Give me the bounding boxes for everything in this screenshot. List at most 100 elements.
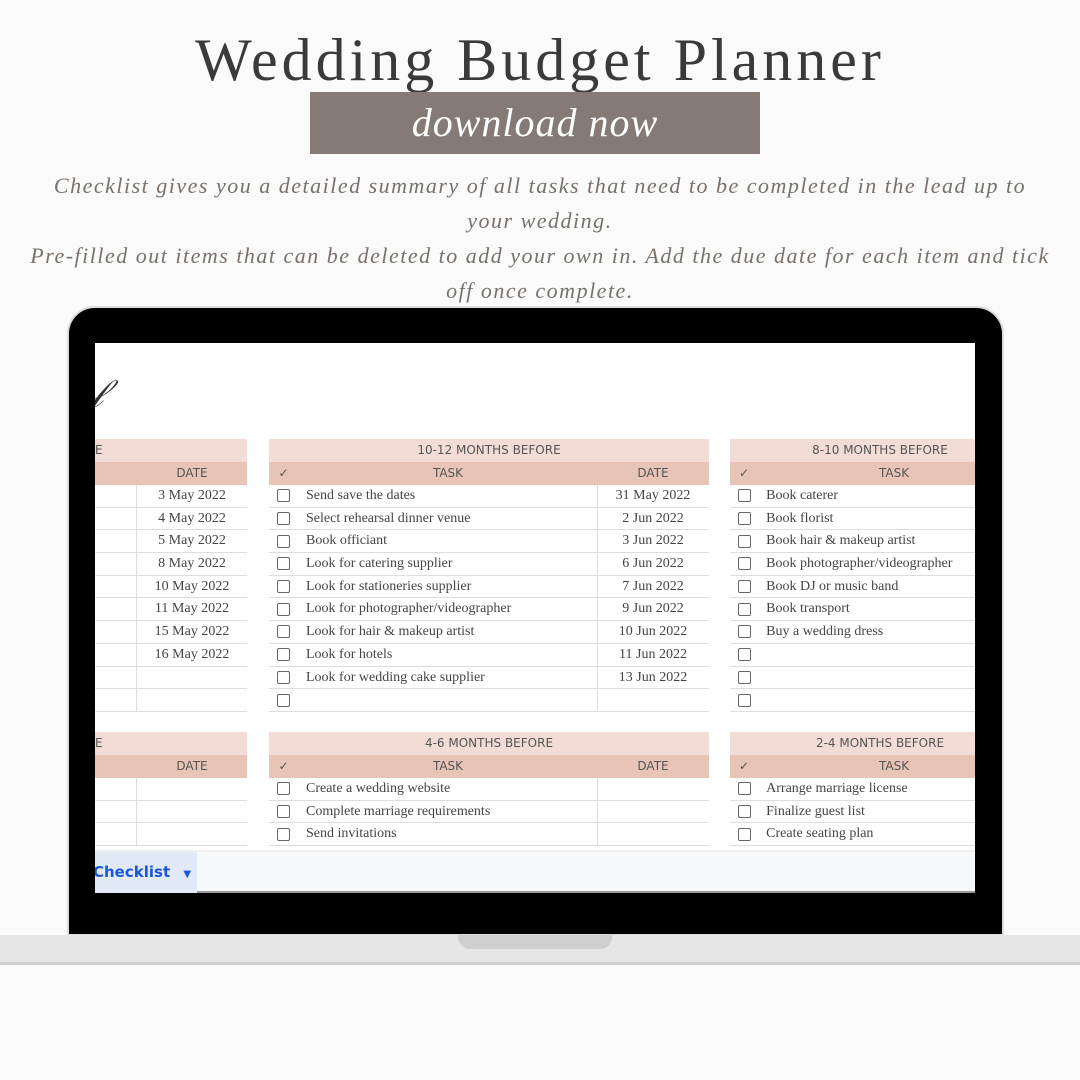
checkbox[interactable] [269, 689, 298, 711]
table-title: 4-6 MONTHS BEFORE [269, 732, 709, 755]
task-cell[interactable]: Look for wedding cake supplier [298, 666, 598, 689]
date-cell[interactable]: 3 Jun 2022 [598, 530, 708, 552]
table-row: Book photographer/videographer [730, 553, 975, 576]
date-cell[interactable]: 10 Jun 2022 [598, 621, 708, 643]
table-row [95, 689, 247, 712]
date-cell[interactable]: 2 Jun 2022 [598, 508, 708, 530]
task-cell[interactable]: Create a wedding website [298, 778, 598, 800]
table-title: E [95, 439, 247, 462]
task-cell[interactable]: Book florist [758, 508, 975, 530]
checkbox[interactable] [269, 621, 298, 643]
checkbox[interactable] [269, 823, 298, 845]
checkbox[interactable] [269, 508, 298, 530]
checklist-table: 2-4 MONTHS BEFORE ✓ TASK Arrange marriage l… [730, 732, 975, 847]
checkbox[interactable] [730, 621, 758, 643]
date-cell[interactable]: 7 Jun 2022 [598, 576, 708, 598]
task-cell[interactable]: Book officiant [298, 530, 598, 553]
date-cell[interactable] [137, 689, 247, 711]
checkbox[interactable] [730, 801, 758, 823]
table-row: Book officiant 3 Jun 2022 [269, 530, 709, 554]
checkbox[interactable] [269, 667, 298, 689]
task-cell[interactable]: Look for photographer/videographer [298, 598, 598, 621]
table-row [730, 644, 975, 667]
date-cell[interactable]: 9 Jun 2022 [598, 598, 708, 620]
checkbox[interactable] [269, 778, 298, 800]
date-cell[interactable] [598, 823, 708, 845]
chevron-down-icon[interactable]: ▼ [183, 869, 191, 880]
laptop-notch [458, 935, 612, 949]
task-cell[interactable]: Buy a wedding dress [758, 621, 975, 643]
task-cell[interactable] [758, 644, 975, 666]
table-row [730, 667, 975, 690]
task-cell[interactable]: Select rehearsal dinner venue [298, 507, 598, 530]
task-cell[interactable]: Complete marriage requirements [298, 800, 598, 823]
table-row: Create seating plan [730, 823, 975, 847]
table-row: Complete marriage requirements [269, 800, 709, 824]
date-cell[interactable]: 11 May 2022 [137, 598, 247, 620]
date-cell[interactable]: 10 May 2022 [137, 576, 247, 598]
checkbox[interactable] [730, 644, 758, 666]
checkbox[interactable] [269, 598, 298, 620]
table-row [730, 689, 975, 712]
table-row: Look for catering supplier 6 Jun 2022 [269, 553, 709, 576]
checkbox[interactable] [269, 485, 298, 507]
date-cell[interactable]: 4 May 2022 [137, 508, 247, 530]
checkbox[interactable] [269, 553, 298, 575]
table-row [95, 823, 247, 847]
date-cell[interactable] [598, 801, 708, 823]
checkbox[interactable] [730, 823, 758, 845]
date-cell[interactable]: 31 May 2022 [598, 485, 708, 507]
download-now-button[interactable]: download now [310, 92, 760, 154]
task-cell[interactable]: Arrange marriage license [758, 778, 975, 800]
checkbox[interactable] [730, 667, 758, 689]
checkbox[interactable] [269, 576, 298, 598]
task-cell[interactable]: Book hair & makeup artist [758, 530, 975, 552]
checkbox[interactable] [730, 485, 758, 507]
task-cell[interactable]: Book DJ or music band [758, 576, 975, 598]
date-cell[interactable]: 8 May 2022 [137, 553, 247, 575]
checkbox[interactable] [730, 778, 758, 800]
date-cell[interactable]: 13 Jun 2022 [598, 667, 708, 689]
date-cell[interactable]: 5 May 2022 [137, 530, 247, 552]
checkbox[interactable] [269, 644, 298, 666]
task-cell[interactable]: Look for catering supplier [298, 553, 598, 575]
checkbox[interactable] [269, 530, 298, 552]
task-cell[interactable]: Look for stationeries supplier [298, 575, 598, 598]
checkbox[interactable] [730, 553, 758, 575]
task-cell[interactable]: Book transport [758, 598, 975, 620]
task-cell[interactable] [298, 689, 598, 711]
checkbox[interactable] [730, 508, 758, 530]
date-cell[interactable] [137, 801, 247, 823]
column-header-task: TASK [432, 466, 464, 480]
checkbox[interactable] [269, 801, 298, 823]
checkbox[interactable] [730, 598, 758, 620]
date-cell[interactable] [598, 778, 708, 800]
checkbox[interactable] [730, 576, 758, 598]
task-cell[interactable]: Look for hair & makeup artist [298, 621, 598, 643]
sheet-tab-checklist[interactable]: Checklist ▼ [95, 852, 197, 893]
task-cell[interactable]: Finalize guest list [758, 801, 975, 823]
date-cell[interactable]: 3 May 2022 [137, 485, 247, 507]
task-cell[interactable]: Create seating plan [758, 823, 975, 845]
date-cell[interactable]: 11 Jun 2022 [598, 644, 708, 666]
date-cell[interactable] [137, 667, 247, 689]
table-row: Book caterer [730, 485, 975, 508]
date-cell[interactable]: 15 May 2022 [137, 621, 247, 643]
task-cell[interactable] [758, 667, 975, 689]
table-row: Book florist [730, 508, 975, 531]
column-header-task: TASK [879, 466, 910, 480]
task-cell[interactable]: Send invitations [298, 823, 598, 846]
task-cell[interactable] [758, 689, 975, 711]
checkbox[interactable] [730, 689, 758, 711]
checkbox[interactable] [730, 530, 758, 552]
date-cell[interactable]: 6 Jun 2022 [598, 553, 708, 575]
task-cell[interactable]: Book caterer [758, 485, 975, 507]
date-cell[interactable] [137, 778, 247, 800]
task-cell[interactable]: Book photographer/videographer [758, 553, 975, 575]
table-row: Send save the dates 31 May 2022 [269, 485, 709, 508]
task-cell[interactable]: Look for hotels [298, 643, 598, 666]
date-cell[interactable]: 16 May 2022 [137, 644, 247, 666]
date-cell[interactable] [137, 823, 247, 845]
date-cell[interactable] [598, 689, 708, 711]
task-cell[interactable]: Send save the dates [298, 485, 598, 507]
